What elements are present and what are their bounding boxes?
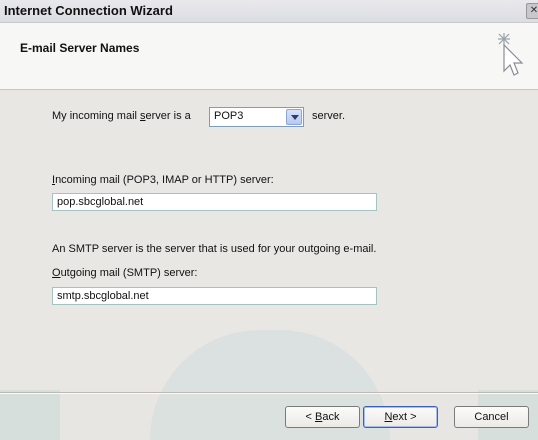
incoming-server-label: Incoming mail (POP3, IMAP or HTTP) serve… (52, 174, 274, 186)
incoming-type-label: My incoming mail server is a (52, 110, 191, 122)
page-title: E-mail Server Names (20, 41, 140, 55)
outgoing-server-input[interactable]: smtp.sbcglobal.net (52, 287, 377, 305)
window-title: Internet Connection Wizard (4, 3, 173, 18)
incoming-type-select[interactable]: POP3 (209, 107, 304, 127)
wizard-cursor-sparkle-icon (498, 33, 524, 76)
back-button[interactable]: < Back (285, 406, 360, 428)
incoming-server-input[interactable]: pop.sbcglobal.net (52, 193, 377, 211)
next-button[interactable]: Next > (363, 406, 438, 428)
close-icon[interactable]: ✕ (526, 3, 538, 19)
incoming-type-suffix: server. (312, 110, 346, 122)
incoming-type-value: POP3 (214, 110, 244, 122)
wizard-header: E-mail Server Names (0, 23, 538, 90)
chevron-down-icon[interactable] (286, 109, 302, 125)
smtp-note: An SMTP server is the server that is use… (52, 243, 377, 255)
outgoing-server-label: Outgoing mail (SMTP) server: (52, 267, 198, 279)
title-bar: Internet Connection Wizard ✕ (0, 0, 538, 23)
cancel-button[interactable]: Cancel (454, 406, 529, 428)
footer-divider-highlight (0, 393, 538, 394)
